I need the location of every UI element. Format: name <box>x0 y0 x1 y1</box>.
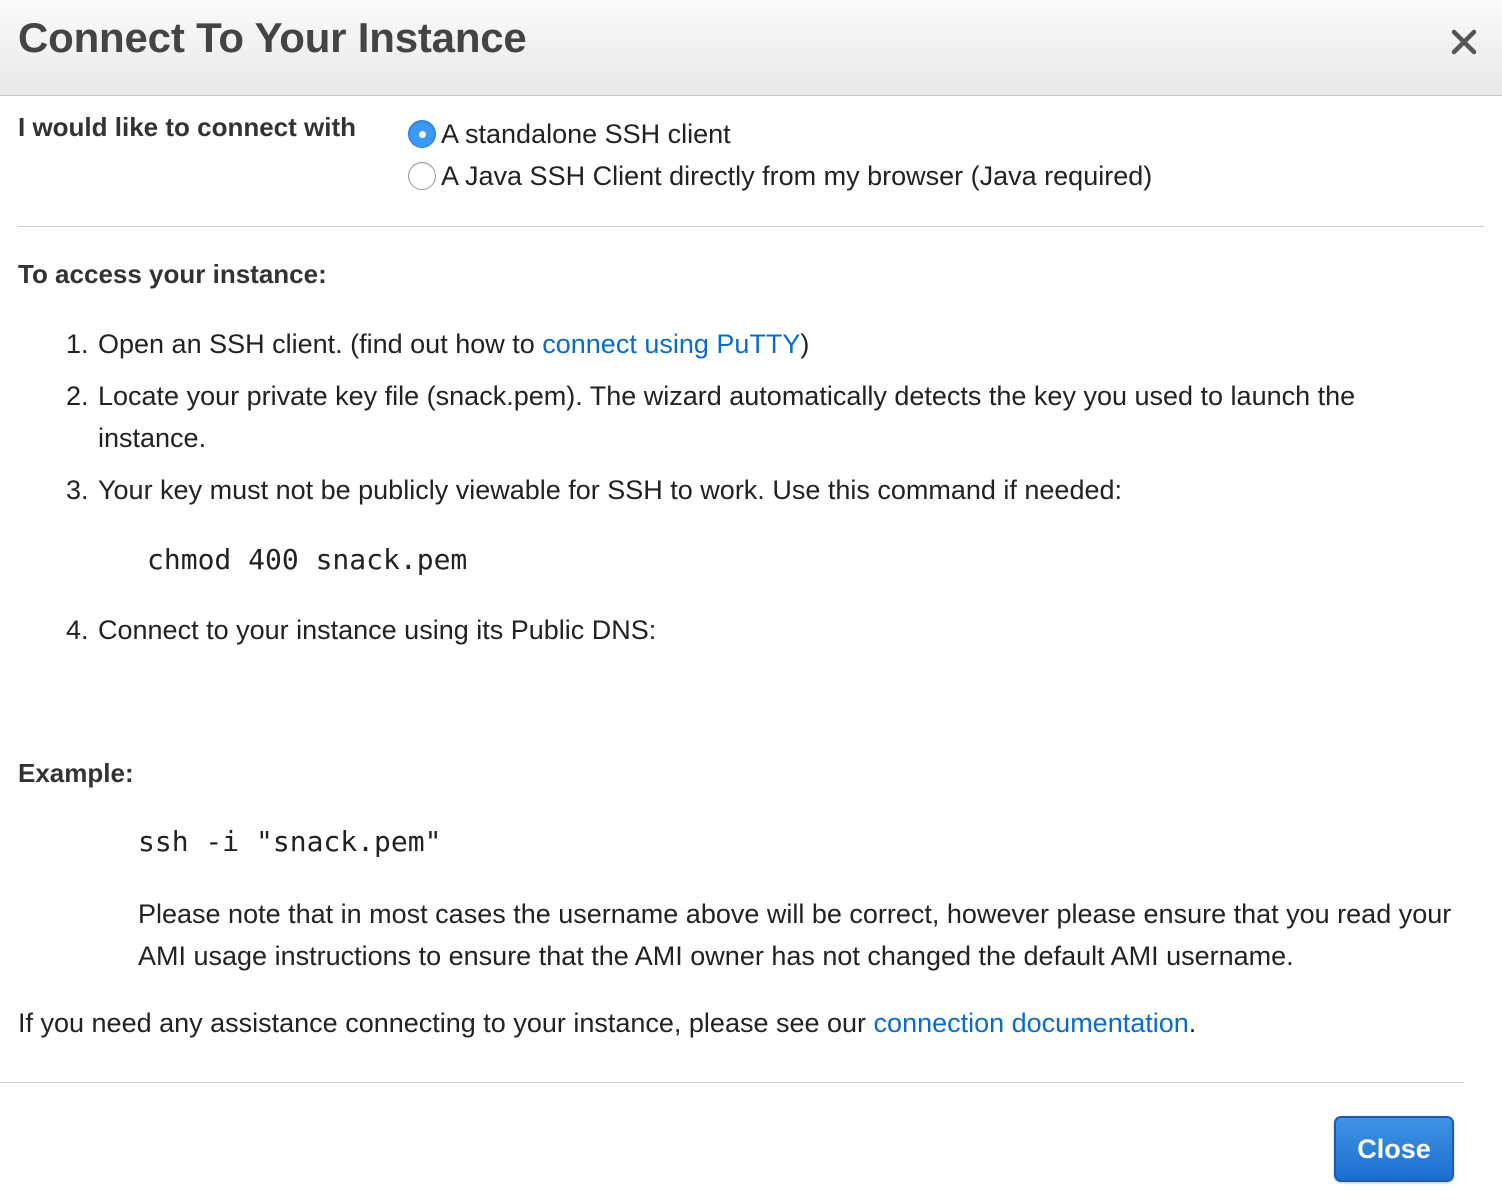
step-1-text-after: ) <box>800 329 810 359</box>
close-button[interactable]: Close <box>1334 1116 1454 1182</box>
step-4-text: Connect to your instance using its Publi… <box>98 615 657 645</box>
close-icon[interactable] <box>1446 24 1482 60</box>
radio-label-standalone-ssh: A standalone SSH client <box>441 118 731 149</box>
assistance-text-after: . <box>1188 1008 1197 1038</box>
step-1-text: Open an SSH client. (find out how to <box>98 329 543 359</box>
access-heading: To access your instance: <box>18 259 327 289</box>
step-number: 1. <box>66 329 89 359</box>
step-number: 2. <box>66 381 89 411</box>
connect-with-label: I would like to connect with <box>18 112 357 142</box>
username-note: Please note that in most cases the usern… <box>138 899 1452 971</box>
example-heading: Example: <box>18 758 134 788</box>
step-number: 3. <box>66 475 89 505</box>
radio-option-java-ssh[interactable]: A Java SSH Client directly from my brows… <box>408 159 1152 193</box>
step-3-text: Your key must not be publicly viewable f… <box>98 475 1122 505</box>
divider <box>18 226 1484 227</box>
step-2-line-1: Locate your private key file (snack.pem)… <box>98 381 1356 411</box>
assistance-text: If you need any assistance connecting to… <box>18 1008 1196 1039</box>
connect-using-putty-link[interactable]: connect using PuTTY <box>542 329 800 359</box>
radio-selected-icon[interactable] <box>408 120 436 148</box>
step-2-line-2: instance. <box>98 423 207 453</box>
assistance-text-before: If you need any assistance connecting to… <box>18 1008 874 1038</box>
dialog-header: Connect To Your Instance <box>0 0 1502 96</box>
radio-unselected-icon[interactable] <box>408 162 436 190</box>
ssh-command-example: ssh -i "snack.pem" <box>138 825 442 858</box>
chmod-command: chmod 400 snack.pem <box>147 543 468 576</box>
dialog-title: Connect To Your Instance <box>18 14 527 61</box>
step-text: Open an SSH client. (find out how to con… <box>98 323 809 365</box>
connection-documentation-link[interactable]: connection documentation <box>874 1008 1189 1038</box>
radio-option-standalone-ssh[interactable]: A standalone SSH client <box>408 117 731 151</box>
radio-label-java-ssh: A Java SSH Client directly from my brows… <box>441 160 1153 191</box>
step-number: 4. <box>66 615 89 645</box>
footer-divider <box>0 1082 1464 1083</box>
